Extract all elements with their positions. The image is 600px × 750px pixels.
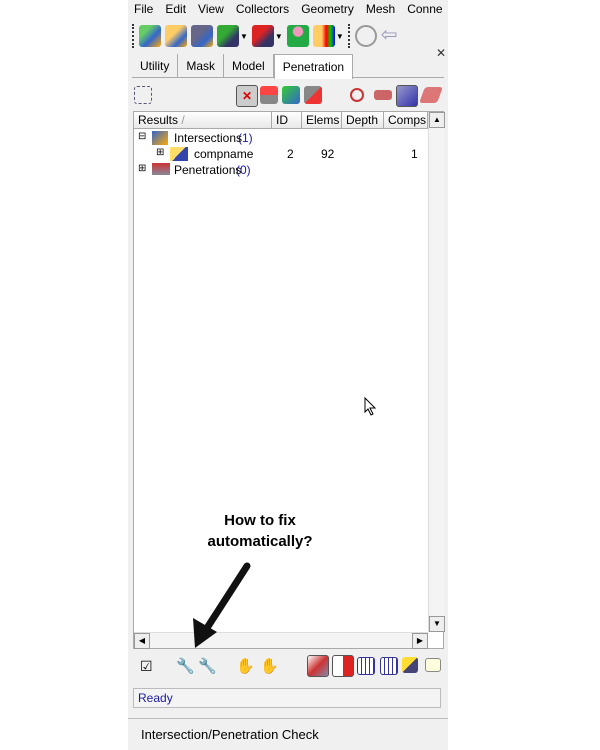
scroll-down-button[interactable]: ▼ (429, 616, 445, 632)
menu-view[interactable]: View (192, 0, 230, 18)
table-row[interactable]: ⊞ Penetrations (0) (134, 162, 428, 178)
annotation-line-1: How to fix (224, 512, 296, 529)
table-header: Results / ID Elems Depth Comps (134, 112, 428, 129)
car-icon[interactable] (374, 90, 392, 100)
fix-toolbar: ☑ 🔧 🔧 ✋ ✋ (132, 654, 444, 680)
tab-bar: Utility Mask Model Penetration (132, 54, 444, 79)
collapse-icon[interactable]: ⊟ (138, 131, 146, 142)
back-arrow-icon[interactable]: ⇦ (381, 25, 403, 47)
panel-title: Intersection/Penetration Check (128, 718, 448, 750)
main-toolbar: ▼ ▼ ▼ ⇦ (128, 20, 448, 52)
row-name: Intersections (174, 131, 243, 145)
penetration-arrow-icon[interactable] (304, 86, 322, 104)
penetration-display-icon[interactable] (307, 655, 329, 677)
menu-collectors[interactable]: Collectors (230, 0, 295, 18)
table-row[interactable]: ⊟ Intersections (1) (134, 130, 428, 146)
results-folder-icon[interactable] (312, 25, 335, 47)
menu-geometry[interactable]: Geometry (295, 0, 360, 18)
export-dropdown-icon[interactable]: ▼ (275, 32, 283, 41)
intersection-check-icon[interactable]: ✕ (236, 85, 258, 107)
zoom-icon[interactable] (354, 25, 377, 47)
annotation-text: How to fix automatically? (170, 510, 350, 552)
row-name: compname (194, 147, 254, 161)
export-icon[interactable] (251, 25, 274, 47)
shell-view-icon[interactable] (396, 85, 418, 107)
add-mesh-2-icon[interactable] (380, 657, 398, 675)
import-dropdown-icon[interactable]: ▼ (240, 32, 248, 41)
results-dropdown-icon[interactable]: ▼ (336, 32, 344, 41)
add-mesh-icon[interactable] (357, 657, 375, 675)
find-icon[interactable] (350, 88, 364, 102)
results-table: Results / ID Elems Depth Comps ⊟ Interse… (133, 111, 445, 649)
manual-fix-icon[interactable]: ✋ (236, 657, 255, 675)
mesh-view-icon[interactable] (419, 87, 443, 103)
scroll-left-button[interactable]: ◀ (134, 633, 150, 649)
table-row[interactable]: ⊞ compname 2 92 1 (134, 146, 428, 162)
col-results-label: Results (138, 113, 179, 127)
col-comps[interactable]: Comps (384, 112, 428, 129)
col-elems[interactable]: Elems (302, 112, 342, 129)
manual-undo-icon[interactable]: ✋ (260, 657, 279, 675)
wrench-fix-icon[interactable]: 🔧 (176, 657, 195, 675)
vertical-scrollbar[interactable]: ▲ ▼ (428, 112, 445, 632)
row-count: (0) (236, 163, 251, 177)
open-model-icon[interactable] (165, 25, 187, 47)
penetration-solid-icon[interactable] (260, 86, 278, 104)
tree-display-icon[interactable] (332, 655, 354, 677)
select-config-icon[interactable] (134, 86, 152, 104)
tab-utility[interactable]: Utility (132, 54, 179, 78)
col-id[interactable]: ID (272, 112, 302, 129)
row-id: 2 (287, 147, 294, 161)
col-depth[interactable]: Depth (342, 112, 384, 129)
col-results[interactable]: Results / (134, 112, 272, 129)
menu-connectors[interactable]: Conne (401, 0, 448, 18)
intersections-icon (152, 131, 168, 145)
penetration-toolbar: ✕ (132, 84, 444, 108)
row-elems: 92 (321, 147, 335, 161)
row-comps: 1 (411, 147, 418, 161)
import-icon[interactable] (217, 25, 239, 47)
menu-edit[interactable]: Edit (159, 0, 192, 18)
status-bar: Ready (133, 688, 441, 708)
expand-icon[interactable]: ⊞ (156, 147, 164, 158)
menu-bar: File Edit View Collectors Geometry Mesh … (128, 0, 448, 18)
tab-mask[interactable]: Mask (178, 54, 225, 78)
check-all-icon[interactable]: ☑ (140, 658, 153, 675)
horizontal-scrollbar[interactable]: ◀ ▶ (134, 632, 428, 649)
expand-icon[interactable]: ⊞ (138, 163, 146, 174)
menu-file[interactable]: File (128, 0, 159, 18)
annotation-line-2: automatically? (207, 533, 313, 550)
new-model-icon[interactable] (139, 25, 161, 47)
scroll-right-button[interactable]: ▶ (412, 633, 428, 649)
penetration-panel: File Edit View Collectors Geometry Mesh … (128, 0, 448, 750)
save-model-icon[interactable] (191, 25, 213, 47)
toolbar-grip-2[interactable] (347, 24, 351, 48)
user-profile-icon[interactable] (286, 25, 309, 47)
toolbar-grip[interactable] (132, 24, 135, 48)
menu-mesh[interactable]: Mesh (360, 0, 401, 18)
edit-icon[interactable] (402, 657, 418, 673)
tab-penetration[interactable]: Penetration (273, 54, 354, 79)
intersection-green-icon[interactable] (282, 86, 300, 104)
mouse-cursor-icon (364, 397, 377, 416)
component-folder-icon (170, 147, 188, 161)
row-count: (1) (238, 131, 253, 145)
wrench-undo-icon[interactable]: 🔧 (198, 657, 217, 675)
tab-model[interactable]: Model (224, 54, 274, 78)
row-name: Penetrations (174, 163, 242, 177)
penetrations-icon (152, 163, 170, 175)
annotation-arrow-icon (193, 562, 251, 648)
scroll-up-button[interactable]: ▲ (429, 112, 445, 128)
close-panel-icon[interactable] (425, 658, 441, 672)
